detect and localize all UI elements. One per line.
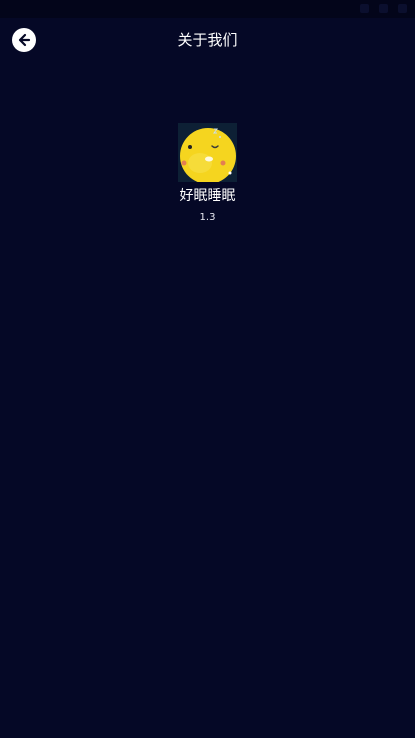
page-title: 关于我们 <box>177 31 238 49</box>
app-logo <box>178 123 237 182</box>
app-bar: 关于我们 <box>0 18 415 62</box>
signal-icon <box>360 4 369 13</box>
status-bar <box>0 0 415 18</box>
status-icons <box>360 4 407 13</box>
battery-icon <box>398 4 407 13</box>
app-name: 好眠睡眠 <box>179 188 236 204</box>
app-version: 1.3 <box>199 212 216 223</box>
about-screen: 关于我们 好眠睡眠 1.3 <box>0 0 415 738</box>
wifi-icon <box>379 4 388 13</box>
sleeping-moon-icon <box>178 123 237 182</box>
